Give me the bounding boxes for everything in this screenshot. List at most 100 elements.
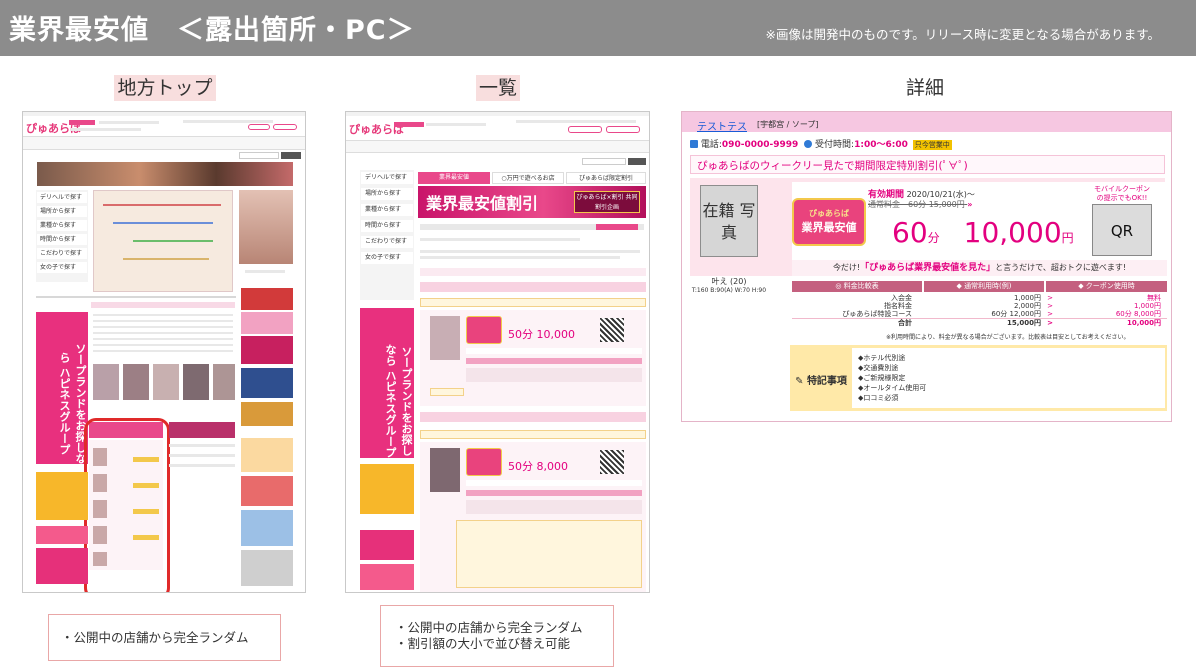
mini-header-links xyxy=(183,120,273,123)
mini-menu-girl: 女の子で探す xyxy=(361,252,413,264)
mini-divider xyxy=(36,296,236,298)
emblem-top: ぴゅあらば xyxy=(809,209,849,218)
mini-card-table xyxy=(466,500,642,514)
arrow-icon: > xyxy=(1047,302,1053,310)
section-label-list: 一覧 xyxy=(476,75,520,101)
table-header-compare: ◎ 料金比較表 xyxy=(792,281,922,292)
today-a: 今だけ! xyxy=(832,263,861,272)
mini-menu-girl: 女の子で探す xyxy=(37,262,87,273)
mini-menu-time: 時間から探す xyxy=(361,220,413,232)
row-coupon: 60分 8,000円 xyxy=(1115,310,1161,318)
mini-card-feature xyxy=(430,388,464,396)
mini-header-text xyxy=(99,121,159,124)
mini-card-price: 50分 10,000 xyxy=(508,326,575,342)
mini-shop-catch xyxy=(420,298,646,307)
mini-top-banner xyxy=(37,162,293,186)
mini-left-ad-sns xyxy=(36,472,88,520)
detail-coupon-price: 60分 10,000円 xyxy=(892,216,1074,249)
highlight-circle xyxy=(84,418,170,592)
mini-left-ad-video xyxy=(36,548,88,584)
yen-icon: ◎ xyxy=(835,282,844,290)
mini-list-line xyxy=(93,320,233,322)
mini-card-emblem xyxy=(466,448,502,476)
mini-menu-kodawari: こだわりで探す xyxy=(37,248,87,259)
mini-list-line xyxy=(420,256,620,259)
mini-happiness-banner: ソープランドをお探しなら ハピネスグループ xyxy=(36,312,88,464)
today-c: と言うだけで、超おトクに遊べます! xyxy=(995,263,1127,272)
table-row: 入会金 1,000円 > 無料 xyxy=(792,294,1167,302)
detail-tel-label: 電話: xyxy=(700,140,722,150)
mini-menu-area: 場所から探す xyxy=(361,188,413,200)
mini-map-line xyxy=(103,204,221,206)
note-list: ・公開中の店舗から完全ランダム ・割引額の大小で並び替え可能 xyxy=(380,605,614,667)
mini-price-module-header xyxy=(169,422,235,438)
mini-list-line xyxy=(93,314,233,316)
detail-feature-label: ✎ 特記事項 xyxy=(792,372,850,387)
mini-right-ad xyxy=(241,550,293,586)
mini-left-ad-sns xyxy=(360,464,414,514)
note-list-text-2: ・割引額の大小で並び替え可能 xyxy=(395,636,571,651)
mini-right-ad xyxy=(241,336,293,364)
mini-card-price-value: 10,000 xyxy=(536,328,576,341)
mini-shop-header xyxy=(420,282,646,292)
mini-header-links xyxy=(516,120,636,123)
detail-screenshot: テストテス [宇都宮 / ソープ] 電話:090-0000-9999 受付時間:… xyxy=(681,111,1172,422)
mini-login-button xyxy=(568,126,602,133)
mini-card-qr xyxy=(600,318,624,342)
mini-search-input xyxy=(582,158,626,165)
detail-hours-label: 受付時間: xyxy=(815,140,855,150)
mini-right-ad xyxy=(241,476,293,506)
row-normal: 1,000円 xyxy=(1013,294,1041,302)
mini-map-line xyxy=(123,258,209,260)
mini-card-table xyxy=(466,368,642,382)
detail-shop-name[interactable]: テストテス xyxy=(697,118,747,133)
feature-label-text: 特記事項 xyxy=(806,376,847,387)
mini-right-ad xyxy=(241,438,293,472)
row-normal: 2,000円 xyxy=(1013,302,1041,310)
mini-card-emblem xyxy=(466,316,502,344)
detail-hours: 1:00〜6:00 xyxy=(854,140,908,150)
mini-shop-catch xyxy=(420,430,646,439)
mini-left-ad xyxy=(360,564,414,590)
qr-code: QR xyxy=(1092,204,1152,256)
mini-ad-photo xyxy=(239,190,293,264)
mini-right-ad xyxy=(241,368,293,398)
mini-left-ad xyxy=(360,530,414,560)
mini-card-price: 50分 8,000 xyxy=(508,458,568,474)
mini-right-ad xyxy=(241,402,293,426)
mini-nav-bar xyxy=(23,136,305,150)
regional-top-screenshot: ぴゅあらば デリヘルで探す 場所から探す 業種から探す 時間から探す こだわりで… xyxy=(22,111,306,593)
detail-today-message: 今だけ!「ぴゅあらば業界最安値を見た」と言うだけで、超おトクに遊べます! xyxy=(792,260,1167,276)
detail-campaign-title: ぴゅあらばのウィークリー見たで期間限定特別割引(ﾟ∀ﾟ) xyxy=(690,155,1165,174)
mini-right-ad xyxy=(241,312,293,334)
feature-item: ◆口コミ必須 xyxy=(858,394,899,402)
mini-left-ad xyxy=(36,526,88,544)
mini-list-line xyxy=(169,444,235,447)
mini-tab-row xyxy=(91,302,235,308)
row-coupon: 無料 xyxy=(1147,294,1161,302)
table-row-total: 合計 15,000円 > 10,000円 xyxy=(792,318,1167,327)
row-normal: 15,000円 xyxy=(1006,319,1041,327)
table-row: 指名料金 2,000円 > 1,000円 xyxy=(792,302,1167,310)
mini-card-photo xyxy=(430,448,460,492)
mini-list-line xyxy=(93,338,233,340)
mini-logo-tag xyxy=(394,122,424,127)
mini-right-ad xyxy=(241,510,293,546)
regular-price-text: 通常料金 60分 15,000円 xyxy=(868,200,965,209)
mini-card-price-value: 8,000 xyxy=(536,460,569,473)
mini-tab-lowest: 業界最安値 xyxy=(418,172,490,184)
detail-shop-area: [宇都宮 / ソープ] xyxy=(757,120,819,129)
table-header-coupon: ◆ クーポン使用時 xyxy=(1046,281,1167,292)
mini-joint-campaign: ぴゅあらば×割引 共同割引企画 xyxy=(574,191,640,213)
today-b: 「ぴゅあらば業界最安値を見た」 xyxy=(860,263,996,273)
mini-girl-thumb xyxy=(183,364,209,400)
mini-card-today xyxy=(466,480,642,486)
mini-girl-thumb xyxy=(123,364,149,400)
detail-girl-photo: 在籍 写真 xyxy=(700,185,758,257)
detail-girl-name: 叶え (20) xyxy=(711,277,747,286)
mini-menu-delivery: デリヘルで探す xyxy=(361,172,413,184)
row-normal: 60分 12,000円 xyxy=(991,310,1041,318)
mini-ad-caption xyxy=(245,270,285,273)
open-badge: 只今営業中 xyxy=(912,140,952,150)
detail-shop-bar xyxy=(682,112,1171,132)
